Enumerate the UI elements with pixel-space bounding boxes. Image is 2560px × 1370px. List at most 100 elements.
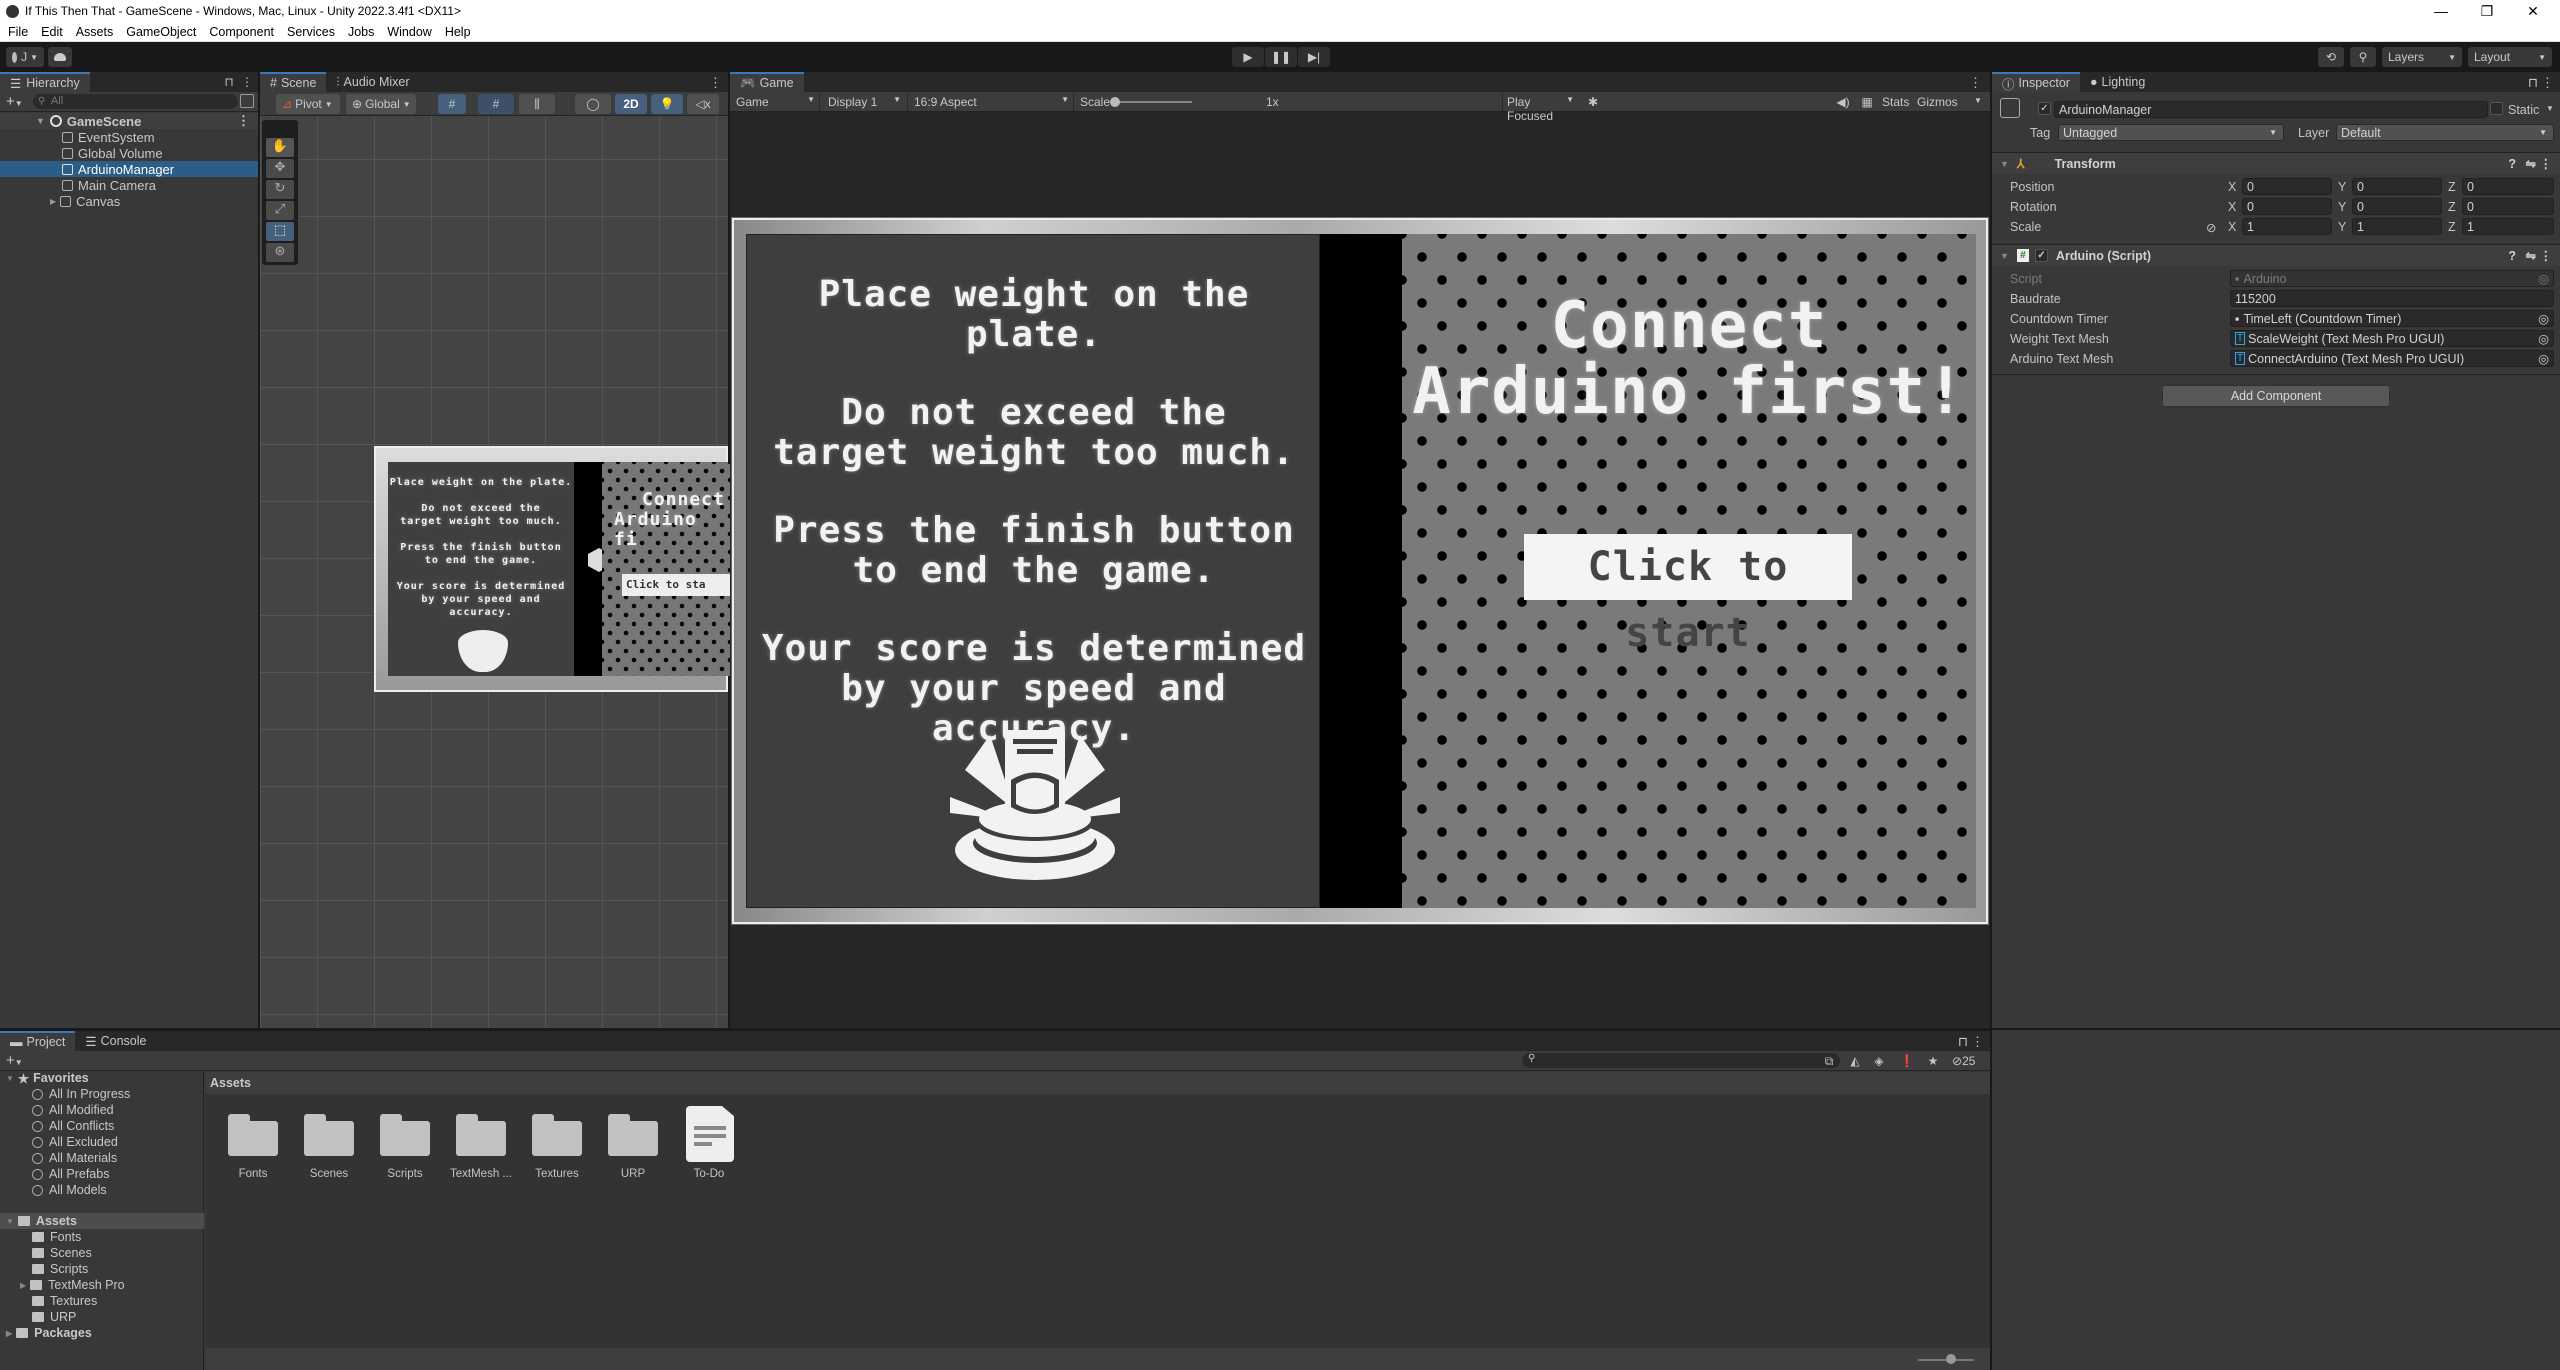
tag-dropdown[interactable]: Untagged ▼ [2058, 124, 2284, 141]
ruler-button[interactable]: ⫼ [519, 94, 555, 114]
hidden-packages-toggle[interactable]: ⊘25 [1952, 1054, 1975, 1068]
collapse-arrow-icon[interactable]: ▼ [2000, 159, 2009, 169]
audio-toggle-button[interactable]: ◁x [687, 94, 719, 114]
scale-z-field[interactable]: 1 [2462, 218, 2554, 235]
expand-arrow-icon[interactable]: ▶ [6, 1329, 12, 1338]
click-to-start-button[interactable]: Click to start [1524, 534, 1852, 656]
hierarchy-item-arduinomanager[interactable]: ArduinoManager [0, 161, 258, 177]
hierarchy-item-main-camera[interactable]: Main Camera [0, 177, 258, 193]
stats-button[interactable]: Stats [1882, 95, 1909, 109]
create-asset-button[interactable]: +▼ [6, 1052, 23, 1069]
scene-canvas-frame[interactable]: Place weight on the plate. Do not exceed… [374, 446, 732, 692]
weight-text-mesh-field[interactable]: T ScaleWeight (Text Mesh Pro UGUI) ◎ [2230, 330, 2554, 347]
layer-dropdown[interactable]: Default ▼ [2336, 124, 2554, 141]
close-button[interactable]: ✕ [2510, 0, 2556, 22]
display-dropdown[interactable]: Display 1 ▼ [822, 92, 908, 111]
expand-arrow-icon[interactable]: ▶ [20, 1281, 26, 1290]
favorite-all-conflicts[interactable]: All Conflicts [32, 1118, 114, 1134]
grid-snap-button[interactable]: # [438, 94, 466, 114]
arduino-script-component-header[interactable]: ▼ # ✓ Arduino (Script) ? ⇋ ⋮ [1992, 244, 2560, 266]
move-tool-button[interactable]: ✥ [266, 159, 294, 178]
object-picker-icon[interactable]: ◎ [2538, 331, 2549, 346]
component-enabled-checkbox[interactable]: ✓ [2034, 249, 2048, 262]
more-options-icon[interactable]: ⋮ [236, 72, 258, 92]
packages-root[interactable]: ▶ Packages [6, 1325, 92, 1341]
transform-component-header[interactable]: ▼ ⅄ Transform ? ⇋ ⋮ [1992, 152, 2560, 174]
gizmos-dropdown-arrow[interactable]: ▼ [1974, 96, 1982, 105]
menu-services[interactable]: Services [287, 25, 335, 39]
menu-help[interactable]: Help [445, 25, 471, 39]
rotation-y-field[interactable]: 0 [2352, 198, 2442, 215]
favorites-header[interactable]: ▼ ★ Favorites [6, 1070, 89, 1086]
scale-slider-thumb[interactable] [1110, 97, 1120, 107]
scale-y-field[interactable]: 1 [2352, 218, 2442, 235]
filter-by-label-icon[interactable]: ◈ [1868, 1051, 1890, 1071]
expand-arrow-icon[interactable]: ▼ [36, 116, 45, 126]
menu-jobs[interactable]: Jobs [348, 25, 374, 39]
draw-mode-dropdown[interactable]: ◯ [575, 94, 611, 114]
increment-snap-button[interactable]: # [478, 94, 514, 114]
search-options-icon[interactable] [240, 94, 254, 108]
filter-by-log-icon[interactable]: ❗ [1896, 1051, 1918, 1071]
audio-mute-icon[interactable]: ◀) [1832, 92, 1854, 112]
lock-icon[interactable]: ⊓ [2528, 75, 2538, 91]
step-button[interactable]: ▶| [1298, 47, 1330, 67]
create-button[interactable]: +▼ [6, 93, 23, 110]
icon-size-slider-thumb[interactable] [1946, 1354, 1956, 1364]
rotation-x-field[interactable]: 0 [2242, 198, 2332, 215]
menu-edit[interactable]: Edit [41, 25, 63, 39]
component-more-icon[interactable]: ⋮ [2540, 156, 2553, 171]
search-button[interactable]: ⚲ [2350, 47, 2376, 67]
rect-tool-button[interactable]: ⬚ [266, 222, 294, 241]
rotate-tool-button[interactable]: ↻ [266, 180, 294, 199]
game-more-icon[interactable]: ⋮ [1969, 75, 1982, 91]
position-x-field[interactable]: 0 [2242, 178, 2332, 195]
active-checkbox[interactable]: ✓ [2038, 102, 2051, 115]
tree-folder-fonts[interactable]: Fonts [32, 1229, 81, 1245]
project-search-input[interactable]: ⚲ [1522, 1053, 1840, 1068]
game-mode-dropdown[interactable]: Game ▼ [732, 92, 820, 111]
favorite-all-materials[interactable]: All Materials [32, 1150, 117, 1166]
tree-folder-textures[interactable]: Textures [32, 1293, 97, 1309]
hand-tool-button[interactable]: ✋ [266, 138, 294, 157]
account-dropdown[interactable]: J ▼ [6, 47, 44, 67]
arduino-text-mesh-field[interactable]: T ConnectArduino (Text Mesh Pro UGUI) ◎ [2230, 350, 2554, 367]
menu-assets[interactable]: Assets [76, 25, 114, 39]
menu-window[interactable]: Window [387, 25, 431, 39]
tab-game[interactable]: 🎮 Game [730, 72, 804, 92]
transform-tool-button[interactable]: ⊛ [266, 243, 294, 262]
lock-icon[interactable]: ⊓ [1958, 1034, 1968, 1050]
play-button[interactable]: ▶ [1232, 47, 1264, 67]
favorite-all-modified[interactable]: All Modified [32, 1102, 114, 1118]
static-checkbox[interactable] [2490, 102, 2503, 115]
menu-gameobject[interactable]: GameObject [126, 25, 196, 39]
tab-inspector[interactable]: ⓘ Inspector [1992, 72, 2080, 92]
tab-audio-mixer[interactable]: ⫶ Audio Mixer [326, 72, 419, 92]
aspect-dropdown[interactable]: 16:9 Aspect ▼ [910, 92, 1074, 111]
help-icon[interactable]: ? [2508, 249, 2516, 263]
baudrate-field[interactable]: 115200 [2230, 290, 2554, 307]
static-dropdown-arrow[interactable]: ▼ [2546, 104, 2554, 113]
collapse-arrow-icon[interactable]: ▼ [2000, 251, 2009, 261]
undo-history-button[interactable]: ⟲ [2318, 47, 2344, 67]
tab-project[interactable]: ▬ Project [0, 1031, 76, 1051]
favorite-all-prefabs[interactable]: All Prefabs [32, 1166, 109, 1182]
object-picker-icon[interactable]: ◎ [2538, 311, 2549, 326]
pivot-dropdown[interactable]: ⊿ Pivot ▼ [276, 94, 340, 114]
scale-x-field[interactable]: 1 [2242, 218, 2332, 235]
tab-hierarchy[interactable]: ☰ Hierarchy [0, 72, 90, 92]
scale-slider-track[interactable] [1116, 101, 1192, 103]
favorite-all-models[interactable]: All Models [32, 1182, 107, 1198]
object-picker-icon[interactable]: ◎ [2538, 351, 2549, 366]
expand-arrow-icon[interactable]: ▶ [50, 197, 56, 206]
tree-folder-scenes[interactable]: Scenes [32, 1245, 92, 1261]
hierarchy-item-global-volume[interactable]: Global Volume [0, 145, 258, 161]
hierarchy-item-canvas[interactable]: ▶ Canvas [0, 193, 258, 209]
search-options-icon[interactable]: ⧉ [1818, 1051, 1840, 1071]
project-more-icon[interactable]: ⋮ [1971, 1034, 1984, 1050]
tab-scene[interactable]: # Scene [260, 72, 327, 92]
tab-console[interactable]: ☰ Console [75, 1031, 156, 1051]
frame-debugger-icon[interactable]: ✱ [1582, 92, 1604, 112]
countdown-timer-field[interactable]: ▪ TimeLeft (Countdown Timer) ◎ [2230, 310, 2554, 327]
gizmos-button[interactable]: Gizmos [1917, 95, 1958, 109]
